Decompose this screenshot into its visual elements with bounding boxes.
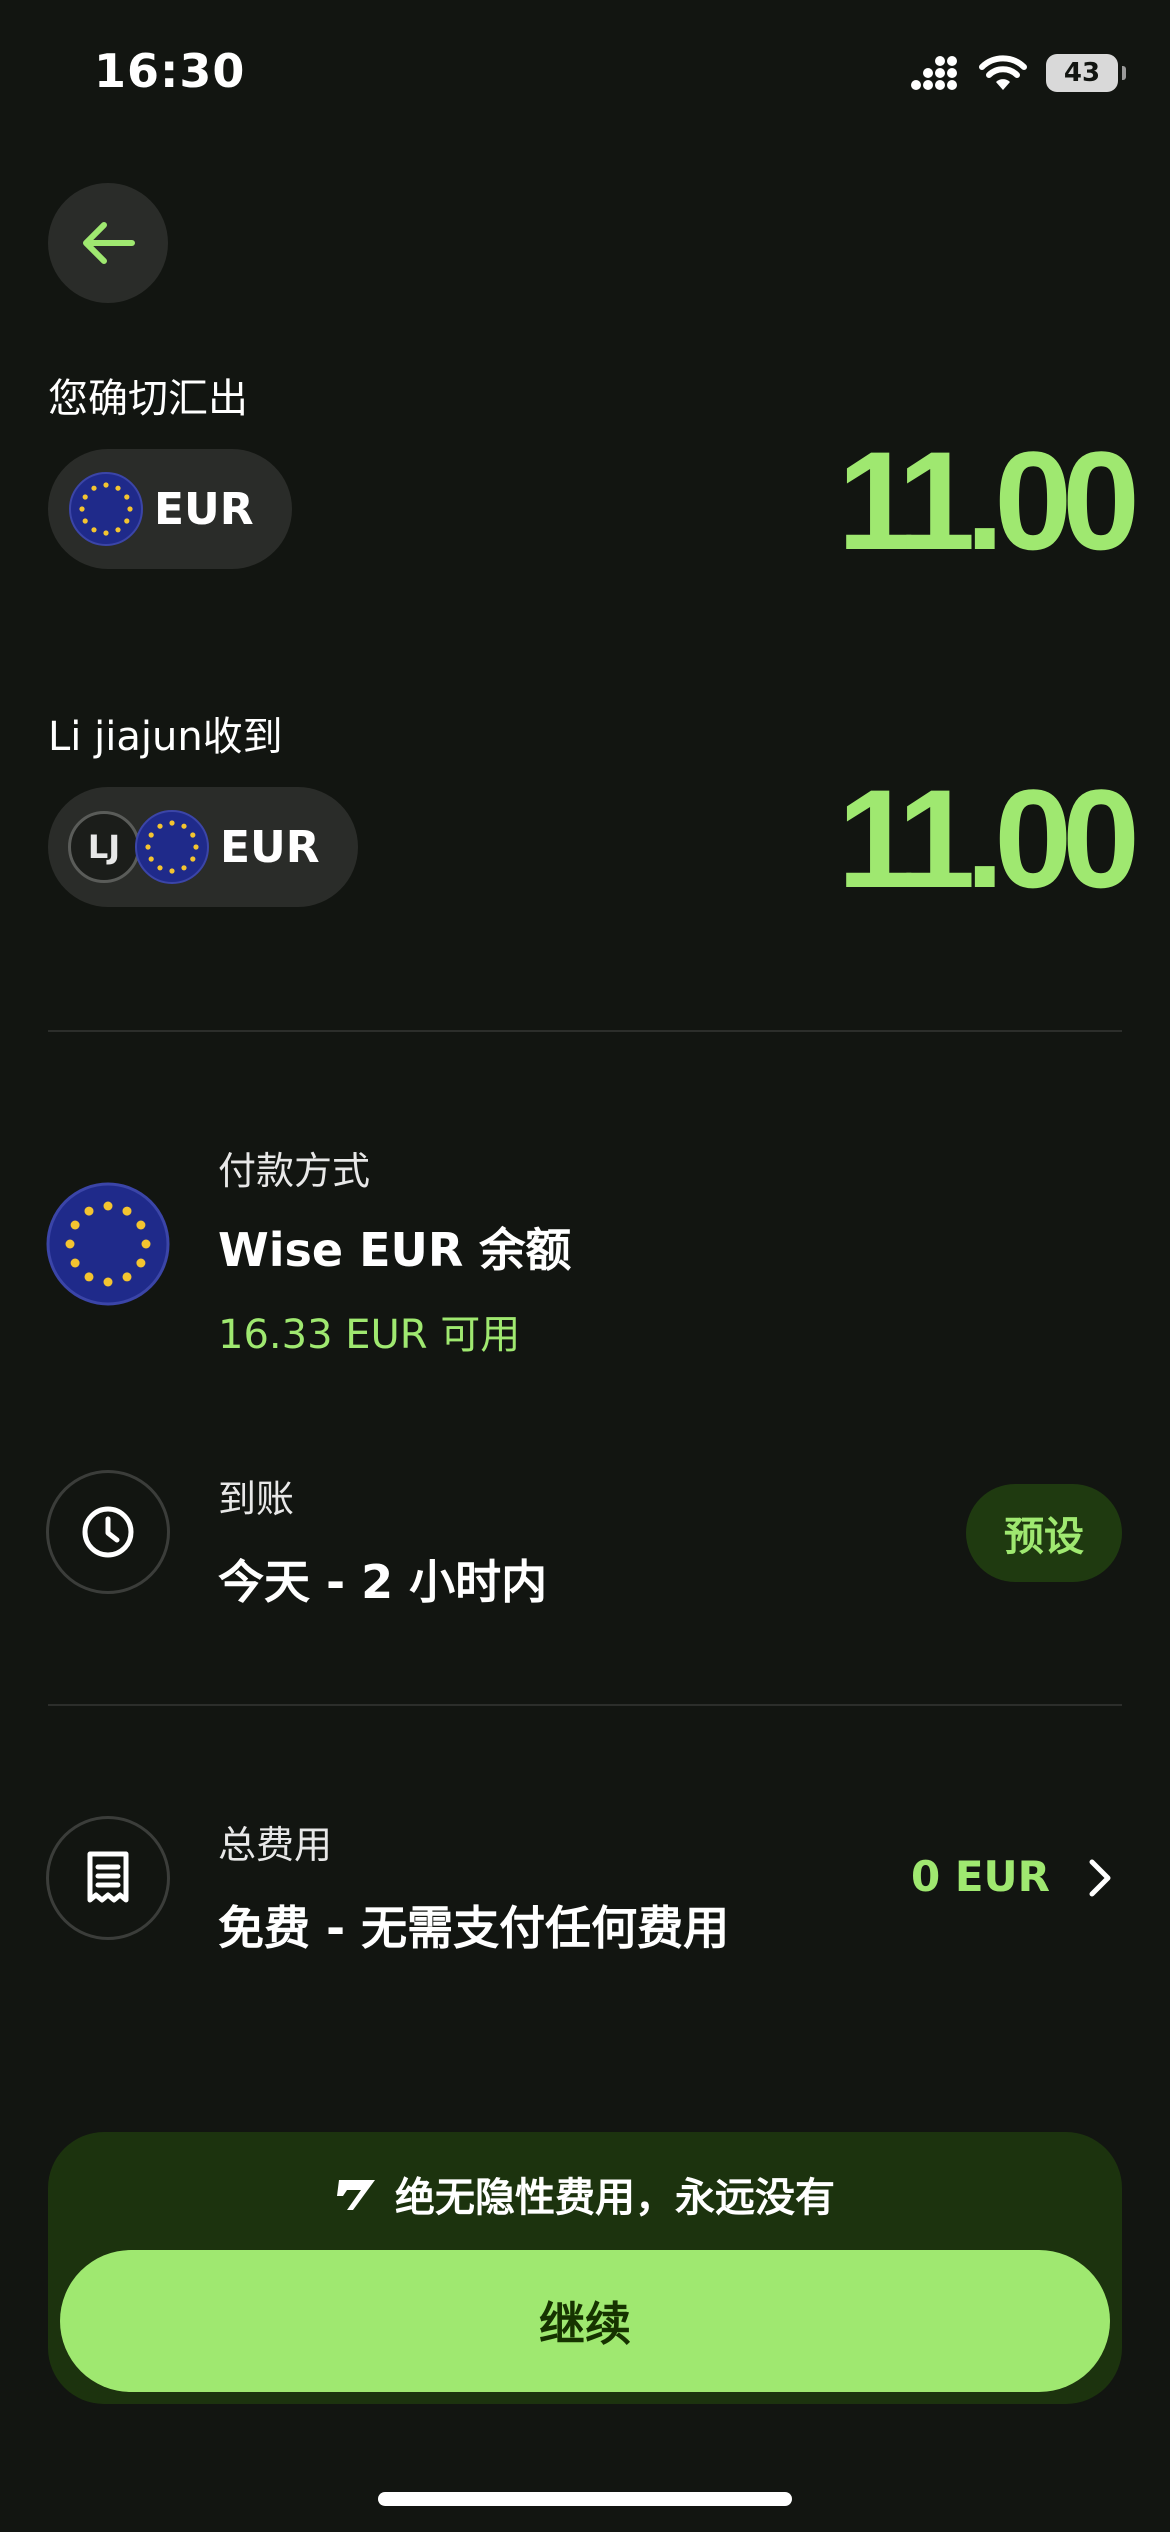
payment-method-row[interactable] [46, 1182, 170, 1306]
fees-amount[interactable]: 0 EUR [911, 1852, 1050, 1901]
eu-flag-icon [69, 472, 143, 546]
arrival-value: 今天 - 2 小时内 [218, 1555, 548, 1609]
wise-logo-icon [337, 2180, 375, 2210]
fees-icon-circle [46, 1816, 170, 1940]
preset-badge[interactable]: 预设 [966, 1484, 1122, 1582]
home-indicator [378, 2492, 792, 2506]
back-arrow-icon [83, 222, 135, 264]
payment-available-balance: 16.33 EUR 可用 [218, 1312, 521, 1358]
eu-flag-icon [135, 810, 209, 884]
clock-icon [82, 1506, 134, 1558]
receive-currency-code: EUR [220, 821, 320, 873]
arrival-icon-circle [46, 1470, 170, 1594]
fees-title: 总费用 [218, 1823, 333, 1867]
receive-label: Li jiajun收到 [48, 714, 283, 760]
eu-flag-icon [46, 1182, 170, 1306]
send-amount[interactable]: 11.00 [837, 420, 1140, 582]
status-icons: 43 [910, 48, 1126, 98]
send-currency-selector[interactable]: EUR [48, 449, 292, 569]
fees-value[interactable]: 免费 - 无需支付任何费用 [218, 1892, 729, 1958]
receipt-icon [87, 1851, 129, 1903]
arrival-title: 到账 [218, 1477, 295, 1521]
divider [48, 1030, 1122, 1032]
payment-method-title: 付款方式 [218, 1149, 371, 1193]
recipient-avatar: LJ [68, 811, 140, 883]
receive-amount[interactable]: 11.00 [837, 758, 1140, 920]
send-label: 您确切汇出 [48, 376, 248, 422]
receive-currency-selector[interactable]: LJ EUR [48, 787, 358, 907]
no-hidden-fees-text: 绝无隐性费用，永远没有 [395, 2175, 835, 2221]
back-button[interactable] [48, 183, 168, 303]
battery-icon: 43 [1046, 54, 1126, 92]
signal-icon [911, 56, 957, 90]
send-currency-code: EUR [154, 483, 254, 535]
status-time: 16:30 [94, 44, 246, 98]
continue-button[interactable]: 继续 [60, 2250, 1110, 2392]
no-hidden-fees-note: 绝无隐性费用，永远没有 [48, 2164, 1122, 2224]
payment-method-value[interactable]: Wise EUR 余额 [218, 1214, 571, 1280]
wifi-icon [979, 55, 1027, 90]
divider [48, 1704, 1122, 1706]
chevron-right-icon[interactable] [1086, 1856, 1114, 1900]
